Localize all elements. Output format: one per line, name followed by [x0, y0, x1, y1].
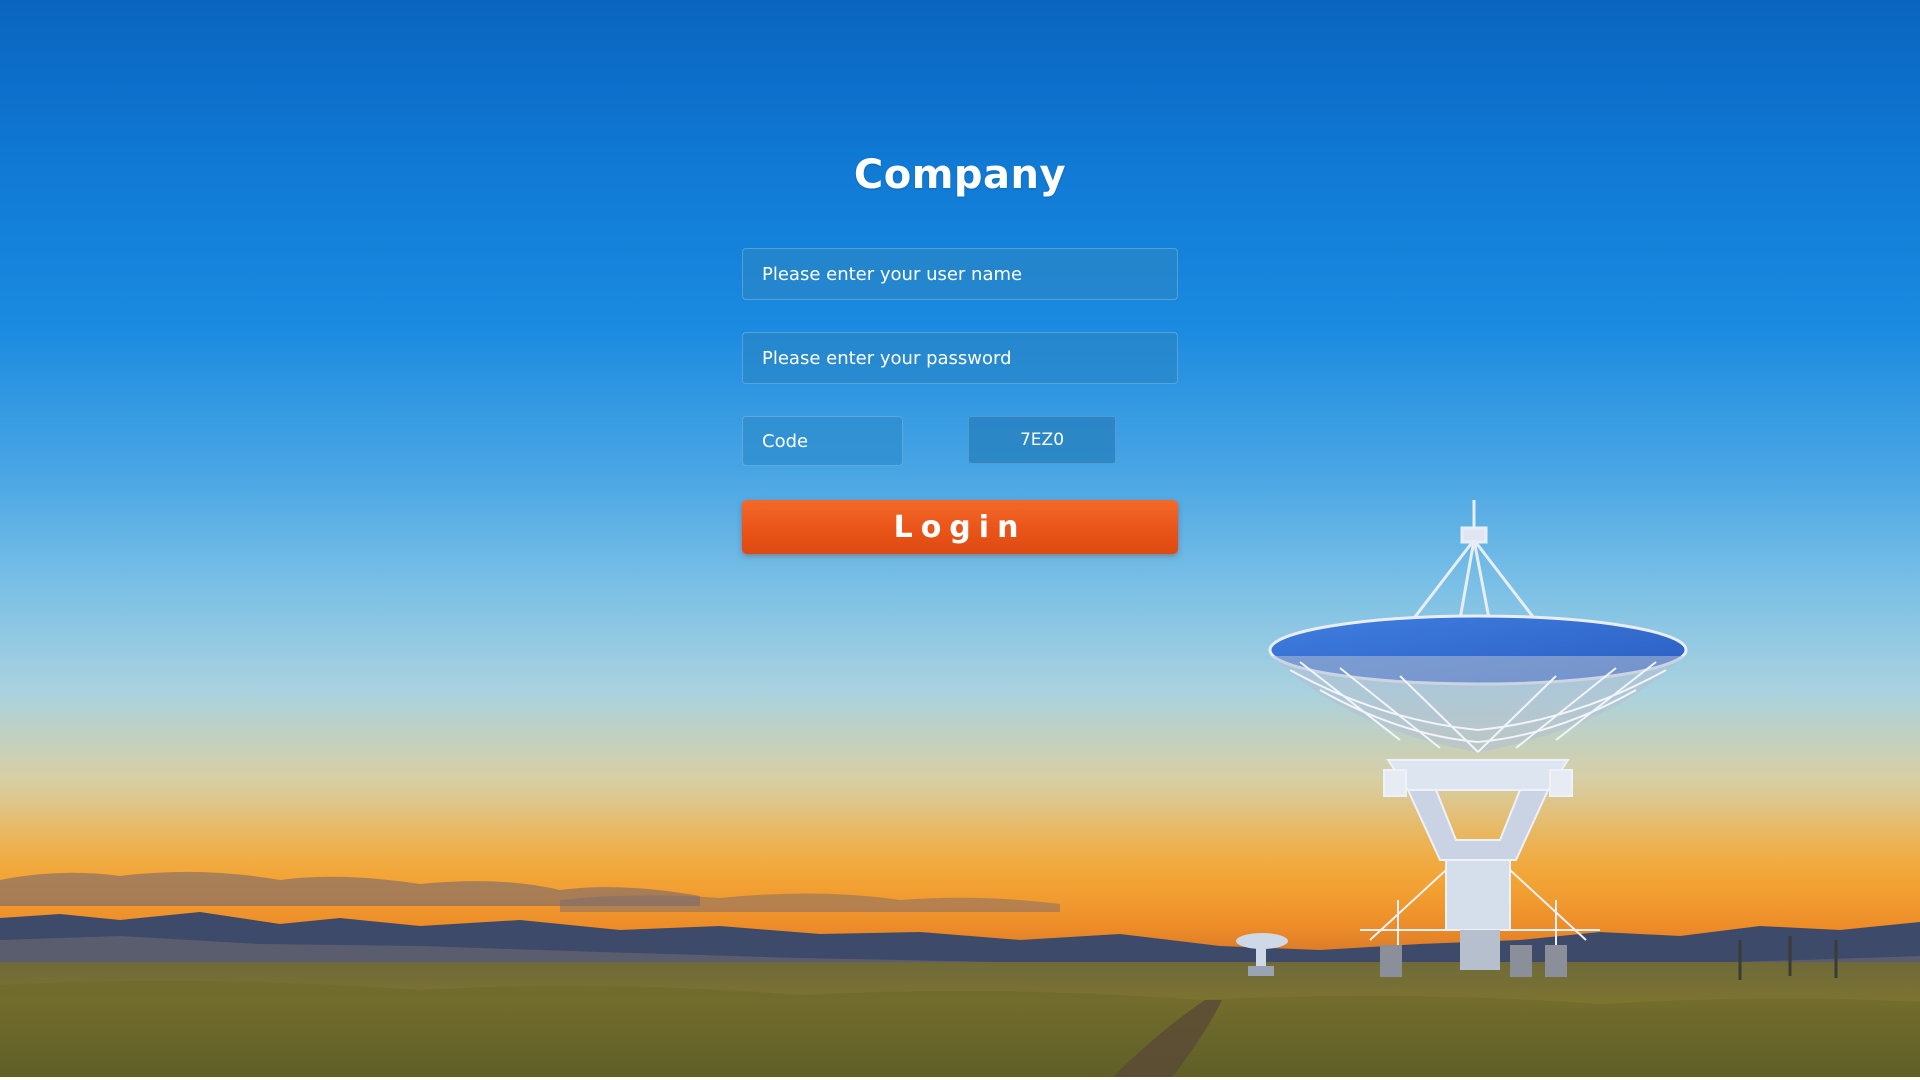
company-title: Company: [853, 152, 1067, 198]
login-form: Company 7EZ0 Login: [742, 140, 1178, 554]
verification-code-row: 7EZ0: [742, 416, 1178, 466]
login-page: Company 7EZ0 Login: [0, 0, 1920, 1080]
verification-code-input[interactable]: [742, 416, 903, 466]
password-input[interactable]: [742, 332, 1178, 384]
username-input[interactable]: [742, 248, 1178, 300]
captcha-image[interactable]: 7EZ0: [968, 416, 1116, 464]
login-button[interactable]: Login: [742, 500, 1178, 554]
